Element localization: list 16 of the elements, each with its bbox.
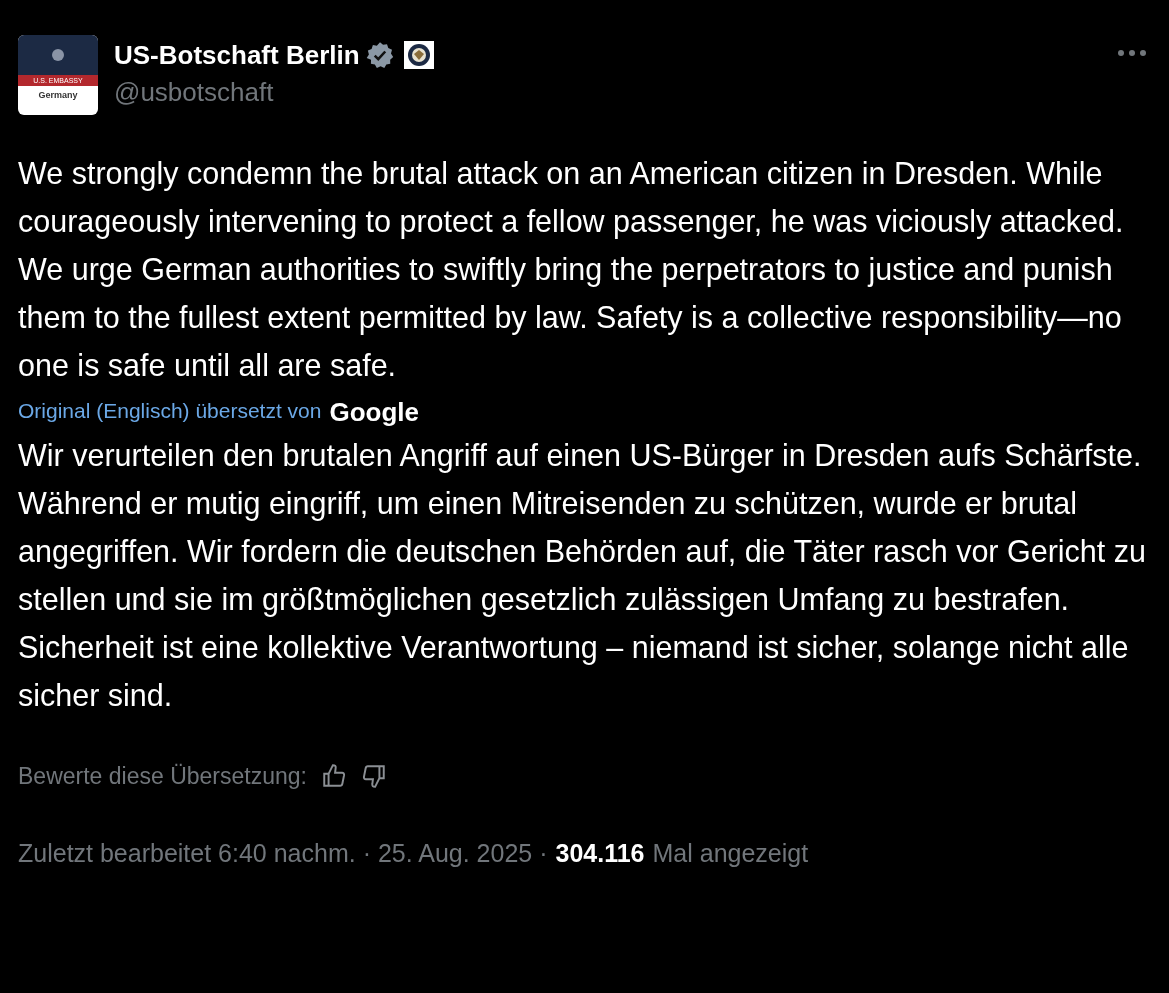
seal-badge-icon — [403, 41, 434, 69]
edited-timestamp[interactable]: Zuletzt bearbeitet 6:40 nachm. · 25. Aug. 2025 · — [18, 835, 548, 873]
views-label: Mal angezeigt — [652, 838, 809, 869]
seal-icon — [51, 48, 65, 62]
rate-translation-label: Bewerte diese Übersetzung: — [18, 761, 307, 791]
translation-note-link[interactable]: Original (Englisch) übersetzt von — [18, 395, 322, 427]
translated-text: Wir verurteilen den brutalen Angriff auf einen US-Bürger in Dresden aufs Schärfste. Während er mutig eingriff, um einen Mitreisenden zu schützen, wurde er brutal angegriffen. Wir fordern die deutschen Behörden auf, die Täter rasch vor Gericht zu stellen und sie im größtmöglichen gesetzlich zulässigen Umfang zu bestrafen. Sicherheit ist eine kollektive Verantwortung – niemand ist sicher, solange nicht alle sicher sind. — [18, 436, 1147, 714]
author-handle[interactable]: @usbotschaft — [114, 75, 434, 109]
logo-caption: Germany — [37, 89, 79, 102]
thumbs-down-icon[interactable] — [360, 762, 387, 789]
google-logo: Google — [329, 396, 420, 427]
author-name[interactable]: US-Botschaft Berlin — [114, 35, 360, 75]
view-count: 304.116 — [555, 838, 645, 869]
more-options-icon[interactable] — [1117, 49, 1147, 57]
thumbs-up-icon[interactable] — [320, 762, 347, 789]
post-text: We strongly condemn the brutal attack on an American citizen in Dresden. While courageously intervening to protect a fellow passenger, he was viciously attacked. We urge German authorities to swiftly bring the perpetrators to justice and punish them to the fullest extent permitted by law. Safety is a collective responsibility—no one is safe until all are safe. — [18, 155, 1125, 384]
